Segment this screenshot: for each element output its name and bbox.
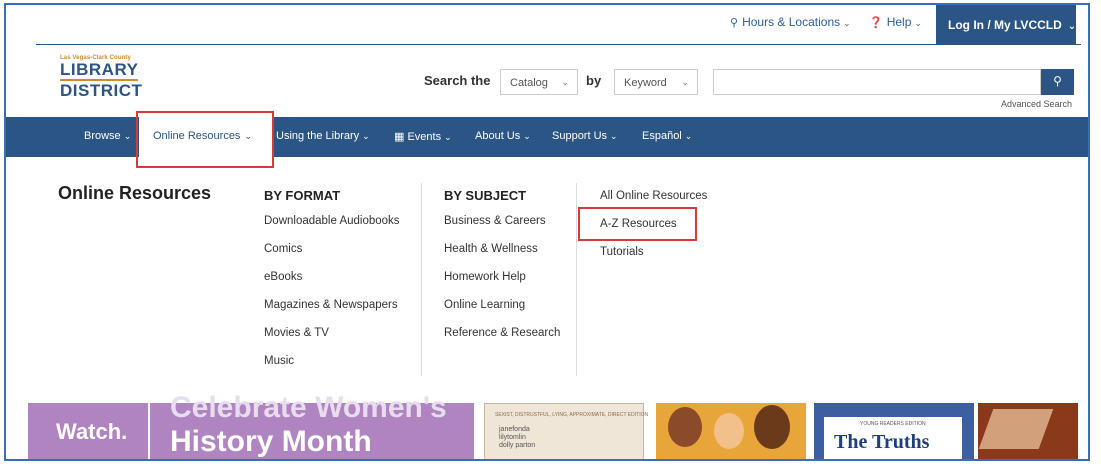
- book-cover-1[interactable]: SEXIST, DISTRUSTFUL, LYING, APPROXIMATE,…: [484, 403, 648, 459]
- search-icon: ⚲: [1053, 74, 1062, 88]
- nav-browse[interactable]: Browse ⌄: [84, 130, 131, 142]
- highlight-online-resources: [136, 111, 274, 168]
- illustration-image[interactable]: [656, 403, 806, 459]
- chevron-down-icon: ⌄: [444, 132, 452, 142]
- book-cover-authors: janefonda lilytomlin dolly parton: [499, 426, 536, 449]
- by-subject-heading: BY SUBJECT: [444, 188, 527, 203]
- menu-link[interactable]: Downloadable Audiobooks: [264, 215, 400, 227]
- logo-line-1: LIBRARY: [60, 60, 139, 79]
- chevron-down-icon: ⌄: [681, 77, 689, 87]
- menu-link[interactable]: Comics: [264, 243, 302, 255]
- menu-link[interactable]: Reference & Research: [444, 327, 560, 339]
- divider: [36, 44, 1081, 45]
- column-divider: [421, 183, 422, 376]
- hours-label: Hours & Locations: [742, 15, 841, 29]
- chevron-down-icon: ⌄: [362, 131, 370, 141]
- search-button[interactable]: ⚲: [1041, 69, 1074, 95]
- book-cover-2[interactable]: YOUNG READERS EDITION The Truths: [814, 403, 974, 459]
- catalog-select[interactable]: Catalog ⌄: [500, 69, 578, 95]
- nav-using-label: Using the Library: [276, 130, 360, 142]
- catalog-select-value: Catalog: [510, 77, 548, 89]
- library-logo[interactable]: Las Vegas-Clark County LIBRARY DISTRICT: [60, 55, 143, 100]
- womens-history-banner[interactable]: Watch. Celebrate Women's History Month: [28, 391, 474, 459]
- menu-link[interactable]: Health & Wellness: [444, 243, 538, 255]
- nav-events-label: Events: [407, 131, 442, 143]
- help-label: Help: [886, 15, 912, 29]
- divider: [148, 403, 150, 459]
- tutorials-link[interactable]: Tutorials: [600, 246, 644, 258]
- nav-espanol[interactable]: Español ⌄: [642, 130, 692, 142]
- nav-about[interactable]: About Us ⌄: [475, 130, 531, 142]
- illustration-image[interactable]: [978, 403, 1078, 459]
- menu-link[interactable]: eBooks: [264, 271, 302, 283]
- nav-using-library[interactable]: Using the Library ⌄: [276, 130, 370, 142]
- search-by-label: by: [586, 73, 602, 88]
- menu-link[interactable]: Magazines & Newspapers: [264, 299, 398, 311]
- chevron-down-icon: ⌄: [561, 77, 569, 87]
- menu-link[interactable]: Movies & TV: [264, 327, 329, 339]
- illustration-shape: [754, 405, 790, 449]
- keyword-select-value: Keyword: [624, 77, 667, 89]
- help-link[interactable]: ❓ Help ⌄: [869, 15, 922, 29]
- question-icon: ❓: [869, 17, 883, 29]
- book-cover-subtitle: SEXIST, DISTRUSTFUL, LYING, APPROXIMATE,…: [495, 412, 649, 418]
- all-online-resources-link[interactable]: All Online Resources: [600, 190, 707, 202]
- menu-link[interactable]: Homework Help: [444, 271, 526, 283]
- hours-locations-link[interactable]: ⚲ Hours & Locations ⌄: [730, 15, 851, 29]
- login-button[interactable]: Log In / My LVCCLD ⌄: [936, 5, 1076, 45]
- menu-link[interactable]: Online Learning: [444, 299, 525, 311]
- menu-title: Online Resources: [58, 183, 212, 203]
- calendar-icon: ▦: [394, 131, 408, 143]
- illustration-shape: [978, 409, 1054, 449]
- column-divider: [576, 183, 577, 376]
- book-cover-title: The Truths: [834, 431, 930, 453]
- by-format-heading: BY FORMAT: [264, 188, 341, 203]
- menu-link[interactable]: Business & Careers: [444, 215, 546, 227]
- chevron-down-icon: ⌄: [123, 131, 132, 141]
- nav-support[interactable]: Support Us ⌄: [552, 130, 618, 142]
- banner-celebrate-text: Celebrate Women's: [170, 391, 447, 424]
- nav-browse-label: Browse: [84, 130, 121, 142]
- illustration-shape: [668, 407, 702, 447]
- chevron-down-icon: ⌄: [1067, 21, 1077, 32]
- highlight-az-resources: [578, 207, 697, 241]
- banner-watch-text: Watch.: [56, 419, 128, 444]
- browser-frame: ⚲ Hours & Locations ⌄ ❓ Help ⌄ Log In / My L…: [4, 3, 1090, 461]
- nav-about-label: About Us: [475, 130, 521, 142]
- utility-bar: ⚲ Hours & Locations ⌄ ❓ Help ⌄ Log In / My L…: [6, 5, 1088, 45]
- chevron-down-icon: ⌄: [914, 18, 922, 28]
- chevron-down-icon: ⌄: [684, 131, 693, 141]
- search-the-label: Search the: [424, 73, 491, 88]
- book-cover-inner: YOUNG READERS EDITION The Truths: [824, 417, 962, 459]
- chevron-down-icon: ⌄: [523, 131, 531, 141]
- nav-support-label: Support Us: [552, 130, 608, 142]
- search-input[interactable]: [713, 69, 1041, 95]
- chevron-down-icon: ⌄: [610, 131, 618, 141]
- advanced-search-link[interactable]: Advanced Search: [1001, 99, 1072, 109]
- logo-line-2: DISTRICT: [60, 81, 143, 100]
- login-label: Log In / My LVCCLD: [948, 18, 1062, 32]
- menu-link[interactable]: Music: [264, 355, 294, 367]
- chevron-down-icon: ⌄: [843, 18, 851, 28]
- banner-history-text: History Month: [170, 425, 372, 458]
- location-pin-icon: ⚲: [730, 17, 739, 29]
- illustration-shape: [714, 413, 744, 449]
- nav-espanol-label: Español: [642, 130, 682, 142]
- book-cover-edition: YOUNG READERS EDITION: [860, 421, 926, 427]
- keyword-select[interactable]: Keyword ⌄: [614, 69, 698, 95]
- nav-events[interactable]: ▦ Events ⌄: [394, 130, 452, 143]
